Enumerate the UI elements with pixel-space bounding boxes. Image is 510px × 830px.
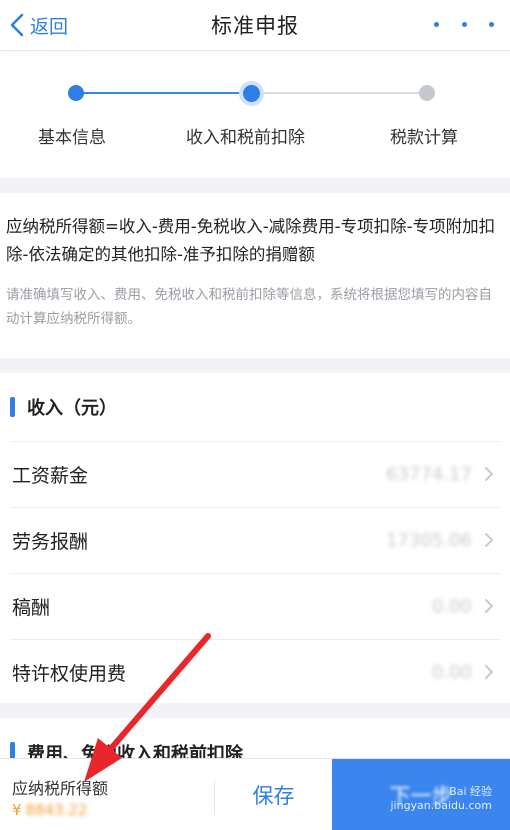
formula-hint: 请准确填写收入、费用、免税收入和税前扣除等信息，系统将根据您填写的内容自动计算应…	[6, 287, 492, 327]
next-step-button[interactable]: 下一步 Bai 经验 jingyan.baidu.com	[332, 759, 510, 830]
row-value: 0.00	[431, 596, 472, 617]
row-label: 劳务报酬	[12, 531, 89, 553]
more-dot-icon	[434, 21, 439, 27]
watermark-line: Bai 经验	[449, 785, 492, 798]
income-row-salary[interactable]: 工资薪金 63774.17	[10, 441, 500, 507]
page-title: 标准申报	[211, 14, 299, 38]
row-value: 63774.17	[386, 464, 472, 485]
income-section-header: 收入（元）	[0, 373, 510, 441]
back-button[interactable]: 返回	[8, 8, 68, 42]
taxable-income-amount: 8843.22	[25, 801, 88, 819]
nav-bar: 返回 标准申报	[0, 0, 510, 50]
taxable-income-label: 应纳税所得额	[12, 779, 109, 798]
watermark: Bai 经验 jingyan.baidu.com	[372, 785, 492, 825]
income-section: 收入（元） 工资薪金 63774.17 劳务报酬 17305.06 稿酬 0.0…	[0, 373, 510, 703]
step-dot-done-icon	[68, 85, 84, 101]
chevron-left-icon	[10, 13, 24, 37]
watermark-line: jingyan.baidu.com	[390, 799, 492, 812]
more-dot-icon	[489, 21, 494, 27]
income-section-title: 收入（元）	[27, 398, 117, 419]
more-dot-icon	[461, 21, 467, 27]
row-value: 17305.06	[386, 530, 472, 551]
chevron-right-icon	[485, 533, 493, 547]
step-dot-todo-icon	[419, 85, 435, 101]
chevron-right-icon	[485, 467, 493, 481]
save-button[interactable]: 保存	[215, 759, 332, 830]
step-dot-current-icon	[239, 81, 264, 106]
step-label-tax-calculation: 税款计算	[390, 128, 458, 148]
back-label: 返回	[30, 15, 69, 38]
step-label-basic-info: 基本信息	[38, 128, 106, 148]
currency-symbol: ¥	[12, 801, 22, 819]
bottom-action-bar: 应纳税所得额 ¥8843.22 保存 下一步 Bai 经验 jingyan.ba…	[0, 758, 510, 830]
step-label-income-deductions: 收入和税前扣除	[186, 128, 305, 148]
step-indicator: 基本信息 收入和税前扣除 税款计算	[0, 51, 510, 178]
row-label: 稿酬	[12, 597, 51, 619]
chevron-right-icon	[485, 599, 493, 613]
save-label: 保存	[252, 784, 295, 808]
section-accent-bar	[10, 397, 15, 417]
taxable-income-value: ¥8843.22	[12, 801, 88, 819]
income-row-royalty[interactable]: 稿酬 0.00	[10, 573, 500, 639]
step-line-todo	[251, 92, 427, 94]
more-options-button[interactable]	[434, 12, 494, 36]
row-value: 0.00	[431, 662, 472, 683]
formula-card: 应纳税所得额=收入-费用-免税收入-减除费用-专项扣除-专项附加扣除-依法确定的…	[0, 193, 510, 358]
chevron-right-icon	[485, 665, 493, 679]
income-row-franchise[interactable]: 特许权使用费 0.00	[10, 639, 500, 705]
row-label: 特许权使用费	[12, 663, 127, 685]
row-label: 工资薪金	[12, 465, 89, 487]
step-line-done	[76, 92, 251, 94]
formula-text: 应纳税所得额=收入-费用-免税收入-减除费用-专项扣除-专项附加扣除-依法确定的…	[6, 217, 496, 264]
income-row-labor[interactable]: 劳务报酬 17305.06	[10, 507, 500, 573]
